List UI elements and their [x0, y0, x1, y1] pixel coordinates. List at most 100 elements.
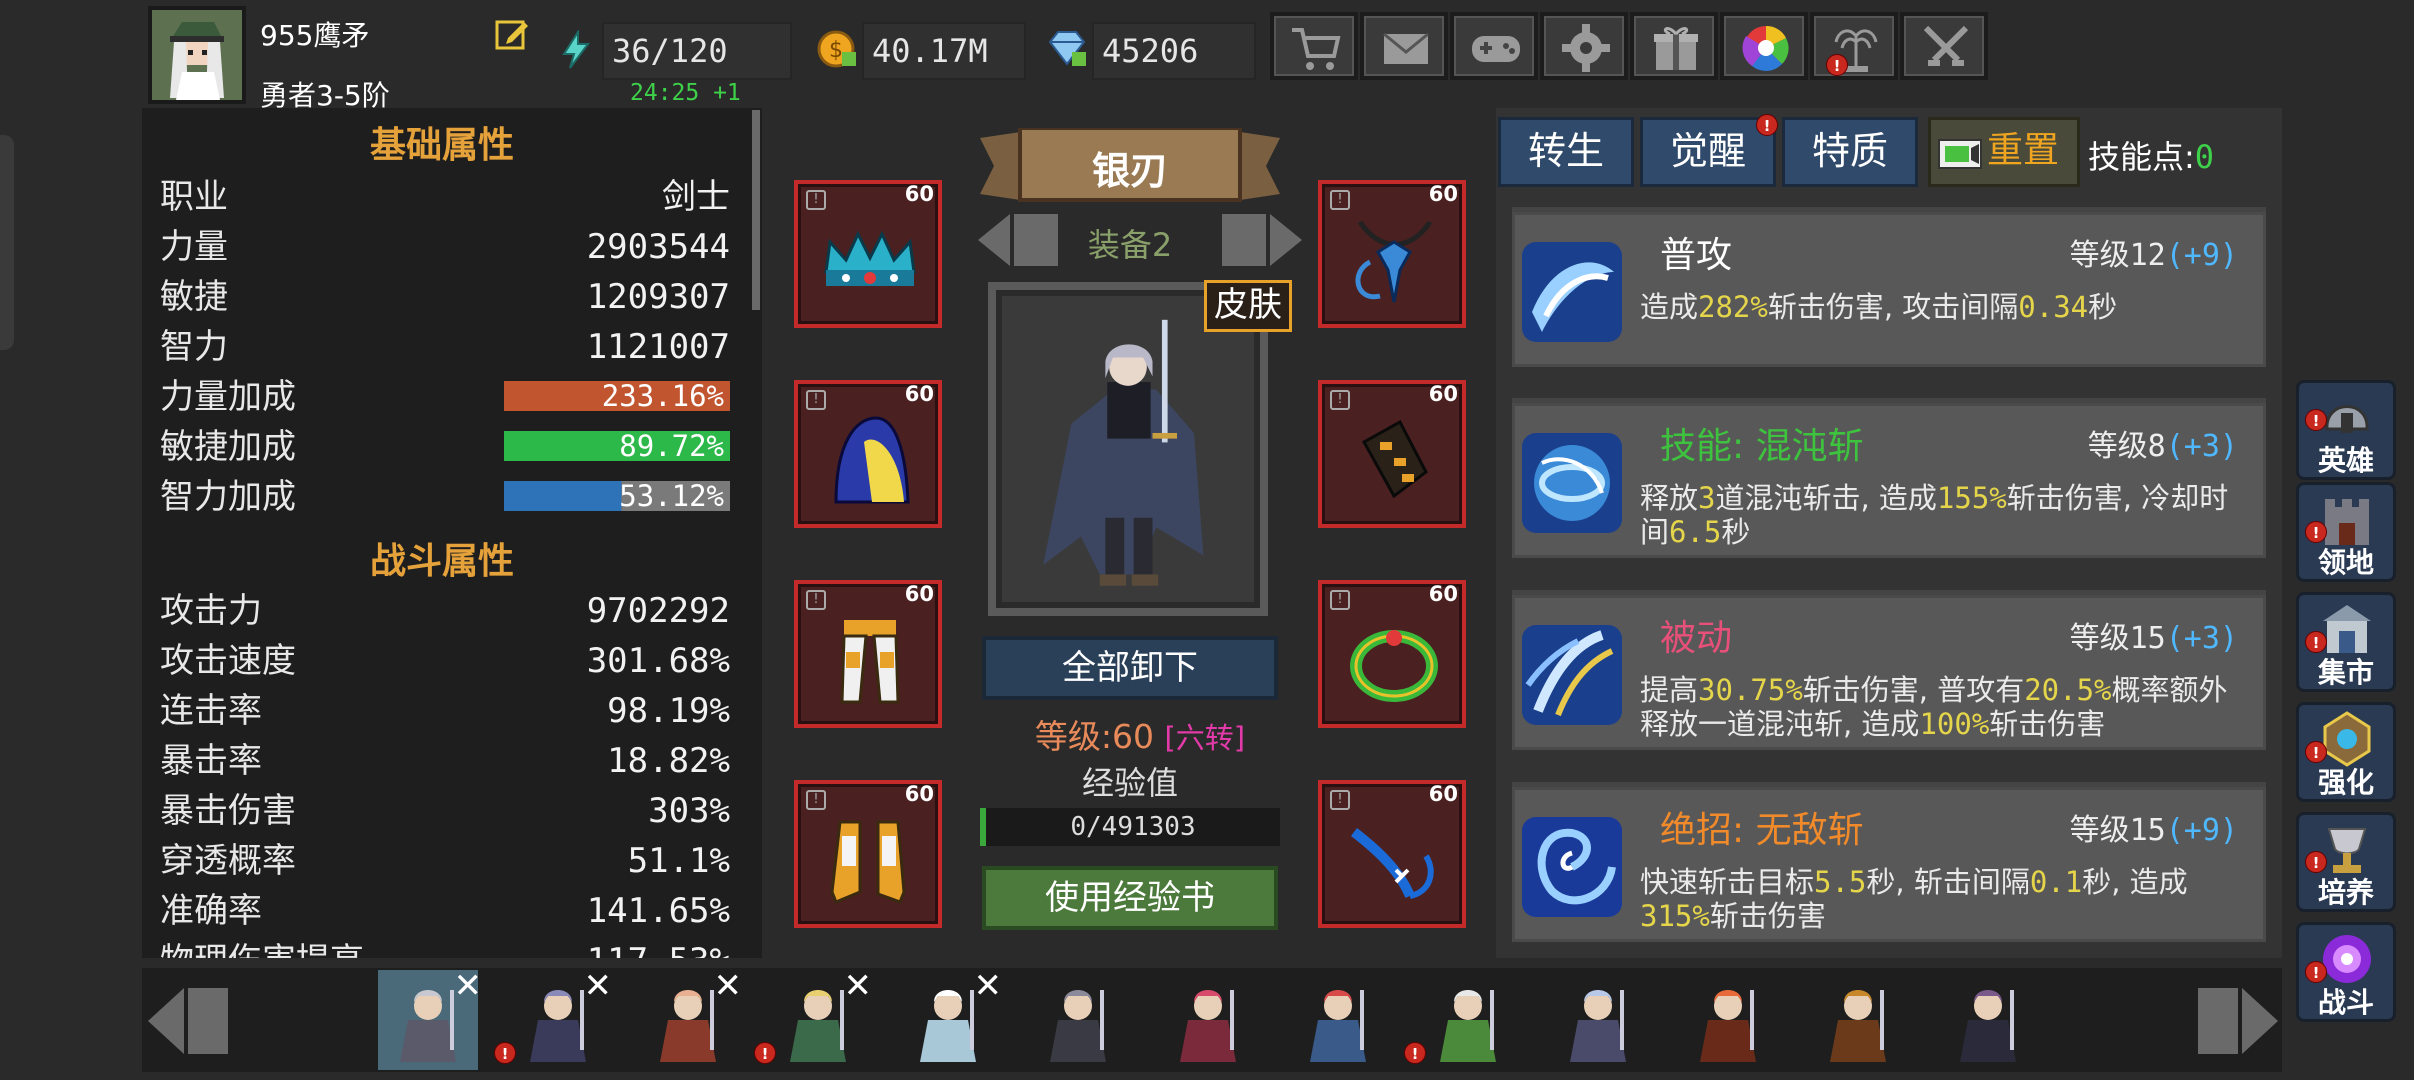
- equip-slot-weapon[interactable]: ! 60: [1318, 780, 1466, 928]
- stat-label: 攻击速度: [160, 641, 296, 681]
- prev-loadout-arrow[interactable]: [974, 208, 1064, 272]
- lock-icon: !: [1330, 390, 1350, 410]
- hero-slot[interactable]: ✕: [638, 966, 742, 1070]
- equip-slot-cape[interactable]: ! 60: [794, 380, 942, 528]
- equip-slot-pants[interactable]: ! 60: [794, 580, 942, 728]
- equip-slot-ring[interactable]: ! 60: [1318, 580, 1466, 728]
- portal-icon: [2323, 935, 2371, 983]
- cart-icon: [1292, 28, 1341, 70]
- skill-points: 技能点:0: [2088, 132, 2214, 178]
- gem-value: 45206: [1092, 22, 1256, 80]
- hero-slot[interactable]: [1548, 970, 1648, 1070]
- mail-button[interactable]: [1360, 12, 1448, 80]
- stat-row: 准确率 141.65%: [160, 886, 730, 936]
- skill-card-basic-attack[interactable]: 普攻 等级12(+9) 造成282%斩击伤害, 攻击间隔0.34秒: [1512, 207, 2266, 367]
- stat-row: 连击率 98.19%: [160, 686, 730, 736]
- skill-points-value: 0: [2194, 138, 2215, 176]
- stat-row: 职业 剑士: [160, 172, 730, 222]
- alert-badge: !: [2305, 851, 2327, 873]
- tab-rebirth[interactable]: 转生: [1498, 117, 1634, 187]
- stat-label: 力量: [160, 227, 228, 267]
- hero-slot[interactable]: [1938, 970, 2038, 1070]
- hero-portrait-frame[interactable]: [988, 282, 1268, 616]
- cape-icon: [834, 416, 910, 504]
- side-menu-cultivate[interactable]: 培养 !: [2296, 812, 2396, 912]
- skill-card-chaos-slash[interactable]: 技能: 混沌斩 等级8(+3) 释放3道混沌斩击, 造成155%斩击伤害, 冷却…: [1512, 398, 2266, 558]
- amulet-icon: [1355, 220, 1433, 303]
- hero-portrait-icon: [1830, 990, 1886, 1062]
- skill-points-label: 技能点:: [2088, 138, 2195, 176]
- stat-row: 穿透概率 51.1%: [160, 836, 730, 886]
- slot-level: 60: [1428, 582, 1458, 606]
- hero-slot[interactable]: [1288, 970, 1388, 1070]
- stat-row: 暴击率 18.82%: [160, 736, 730, 786]
- lock-icon: !: [806, 190, 826, 210]
- hero-slot[interactable]: [1158, 970, 1258, 1070]
- stat-label: 物理伤害提高: [160, 936, 364, 958]
- skill-name: 普攻: [1660, 235, 1733, 276]
- hero-portrait-icon: [1440, 990, 1496, 1062]
- stat-label: 攻击力: [160, 591, 262, 631]
- deployed-mark-icon: ✕: [453, 966, 483, 1006]
- stat-row: 智力加成 53.12%: [160, 472, 730, 522]
- side-menu-battle[interactable]: 战斗 !: [2296, 922, 2396, 1022]
- roster-next-arrow[interactable]: [2192, 976, 2282, 1066]
- hero-slot[interactable]: ✕: [378, 966, 482, 1070]
- hero-name: 银刃: [1091, 149, 1168, 193]
- lock-icon: !: [806, 390, 826, 410]
- hero-portrait-icon: [1570, 990, 1626, 1062]
- lottery-button[interactable]: [1720, 12, 1808, 80]
- equip-slot-gloves[interactable]: ! 60: [1318, 380, 1466, 528]
- edit-name-icon[interactable]: [494, 16, 530, 52]
- slash-skill-icon: [1522, 242, 1622, 342]
- hero-slot[interactable]: [1028, 970, 1128, 1070]
- hero-slot[interactable]: ✕!: [494, 966, 612, 1070]
- hero-portrait-icon: [1180, 990, 1236, 1062]
- hero-slot[interactable]: ✕!: [754, 966, 872, 1070]
- stat-row: 暴击伤害 303%: [160, 786, 730, 836]
- gift-button[interactable]: [1630, 12, 1718, 80]
- equip-slot-helmet[interactable]: ! 60: [794, 180, 942, 328]
- unequip-all-button[interactable]: 全部卸下: [982, 636, 1278, 700]
- side-menu-label: 领地: [2317, 546, 2374, 579]
- stat-row: 攻击速度 301.68%: [160, 636, 730, 686]
- stat-value: 141.65%: [586, 891, 730, 931]
- deployed-mark-icon: ✕: [843, 966, 873, 1006]
- roster-prev-arrow[interactable]: [144, 976, 234, 1066]
- battle-swords-button[interactable]: [1900, 12, 1988, 80]
- ring-icon: [1350, 630, 1438, 702]
- stats-panel[interactable]: 基础属性 职业 剑士 力量 2903544 敏捷 1209307 智力 1121007 …: [142, 108, 762, 958]
- crown-icon: [824, 230, 916, 286]
- stat-label: 穿透概率: [160, 841, 296, 881]
- fountain-button[interactable]: !: [1810, 12, 1898, 80]
- tab-traits[interactable]: 特质: [1782, 117, 1918, 187]
- hero-slot[interactable]: !: [1404, 970, 1518, 1070]
- skill-card-passive[interactable]: 被动 等级15(+3) 提高30.75%斩击伤害, 普攻有20.5%概率额外释放…: [1512, 590, 2266, 750]
- skill-card-ultimate[interactable]: 绝招: 无敌斩 等级15(+9) 快速斩击目标5.5秒, 斩击间隔0.1秒, 造…: [1512, 782, 2266, 942]
- side-menu-territory[interactable]: 领地 !: [2296, 482, 2396, 582]
- stats-scrollbar[interactable]: [752, 110, 760, 310]
- gamepad-button[interactable]: [1450, 12, 1538, 80]
- shop-cart-button[interactable]: [1270, 12, 1358, 80]
- hero-slot[interactable]: [1808, 970, 1908, 1070]
- skin-button[interactable]: 皮肤: [1204, 280, 1292, 332]
- hero-slot[interactable]: ✕: [898, 966, 1002, 1070]
- equip-slot-amulet[interactable]: ! 60: [1318, 180, 1466, 328]
- reset-ad-button[interactable]: 重置: [1928, 117, 2080, 187]
- side-menu-heroes[interactable]: 英雄 !: [2296, 380, 2396, 480]
- use-exp-book-button[interactable]: 使用经验书: [982, 866, 1278, 930]
- exp-value: 0/491303: [1070, 812, 1196, 842]
- equip-slot-boots[interactable]: ! 60: [794, 780, 942, 928]
- svg-text:$: $: [829, 38, 843, 63]
- vortex-skill-icon: [1522, 433, 1622, 533]
- slot-level: 60: [1428, 382, 1458, 406]
- settings-button[interactable]: [1540, 12, 1628, 80]
- hero-slot[interactable]: [1678, 970, 1778, 1070]
- side-menu-enhance[interactable]: 强化 !: [2296, 702, 2396, 802]
- basic-attributes-title: 基础属性: [369, 125, 514, 166]
- stat-value: 2903544: [586, 227, 730, 267]
- player-avatar[interactable]: [148, 6, 246, 104]
- alert-badge: !: [2305, 409, 2327, 431]
- side-menu-market[interactable]: 集市 !: [2296, 592, 2396, 692]
- next-loadout-arrow[interactable]: [1216, 208, 1306, 272]
